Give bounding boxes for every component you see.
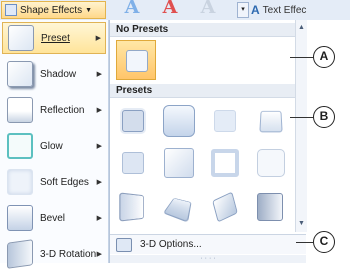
chevron-right-icon: ▶ — [96, 251, 102, 258]
callout-line — [290, 57, 313, 58]
wordart-style-thumb[interactable]: A — [194, 0, 222, 14]
dropdown-arrow-icon: ▼ — [85, 6, 93, 14]
glow-icon — [7, 133, 33, 159]
chevron-right-icon: ▶ — [96, 107, 102, 114]
chevron-right-icon: ▶ — [95, 35, 101, 42]
menu-item-label: Preset — [41, 33, 96, 44]
menu-item-label: Soft Edges — [40, 176, 89, 188]
section-header-no-presets: No Presets — [110, 23, 296, 37]
preset-thumb[interactable] — [114, 144, 152, 182]
shape-effects-button[interactable]: Shape Effects ▼ — [1, 1, 106, 19]
reflection-icon — [7, 97, 33, 123]
preset-thumb[interactable] — [114, 102, 152, 140]
menu-item-label: Shadow — [40, 68, 77, 80]
menu-item-3d-rotation[interactable]: 3-D Rotation ▶ — [2, 238, 106, 270]
3d-options-label: 3-D Options... — [140, 239, 202, 250]
menu-item-label: Reflection — [40, 104, 85, 116]
menu-item-bevel[interactable]: Bevel ▶ — [2, 202, 106, 234]
callout-c: C — [313, 231, 335, 253]
chevron-right-icon: ▶ — [96, 215, 102, 222]
effects-menu: Preset ▶ Shadow ▶ Reflection ▶ Glow ▶ So… — [0, 20, 109, 269]
menu-item-preset[interactable]: Preset ▶ — [2, 22, 106, 54]
preset-gallery: No Presets Presets ▲ ▼ 3-D Options... · … — [109, 20, 307, 263]
preset-swatch — [257, 193, 283, 221]
text-effects-button[interactable]: A Text Effec — [251, 2, 306, 18]
preset-swatch — [122, 152, 144, 174]
menu-item-label: Glow — [40, 140, 63, 152]
callout-a: A — [313, 46, 335, 68]
3d-options-icon — [116, 237, 132, 252]
preset-icon — [8, 25, 34, 51]
menu-item-label: 3-D Rotation — [40, 248, 97, 260]
shadow-icon — [7, 61, 33, 87]
preset-thumb[interactable] — [206, 144, 244, 182]
preset-thumb[interactable] — [252, 144, 290, 182]
menu-item-soft-edges[interactable]: Soft Edges ▶ — [2, 166, 106, 198]
preset-thumb[interactable] — [252, 102, 290, 140]
chevron-right-icon: ▶ — [96, 71, 102, 78]
preset-thumb[interactable] — [206, 188, 244, 226]
preset-none-swatch — [126, 50, 148, 72]
preset-swatch — [162, 197, 192, 223]
preset-thumb[interactable] — [206, 102, 244, 140]
preset-none-thumb[interactable] — [116, 40, 156, 80]
resize-grip[interactable]: · · · · — [110, 255, 306, 263]
menu-item-label-text: Preset — [41, 32, 70, 44]
bevel-icon — [7, 205, 33, 231]
preset-thumb[interactable] — [160, 188, 198, 226]
wordart-style-thumb[interactable]: A — [156, 0, 184, 14]
gallery-more-button[interactable]: ▾ — [237, 2, 249, 18]
menu-item-glow[interactable]: Glow ▶ — [2, 130, 106, 162]
preset-swatch — [212, 191, 238, 223]
menu-item-label: Bevel — [40, 212, 66, 224]
scroll-up-icon[interactable]: ▲ — [296, 22, 307, 34]
preset-swatch — [259, 110, 283, 133]
soft-edges-icon — [7, 169, 33, 195]
3d-options-menu-item[interactable]: 3-D Options... — [110, 234, 306, 254]
shape-effects-icon — [5, 4, 17, 16]
callout-b: B — [313, 106, 335, 128]
preset-swatch — [122, 110, 144, 132]
scroll-down-icon[interactable]: ▼ — [296, 218, 307, 230]
menu-item-shadow[interactable]: Shadow ▶ — [2, 58, 106, 90]
preset-swatch — [119, 192, 144, 222]
chevron-right-icon: ▶ — [96, 179, 102, 186]
gallery-scrollbar[interactable]: ▲ ▼ — [295, 20, 307, 232]
section-header-presets: Presets — [110, 84, 296, 98]
preset-swatch — [257, 149, 285, 177]
ribbon-strip: Shape Effects ▼ A A A ▾ A Text Effec — [0, 0, 350, 20]
shape-effects-label: Shape Effects — [20, 4, 83, 16]
preset-swatch — [164, 148, 194, 178]
preset-swatch — [163, 105, 195, 137]
callout-line — [296, 242, 313, 243]
preset-thumb[interactable] — [114, 188, 152, 226]
3d-rotation-icon — [7, 239, 33, 269]
preset-thumb[interactable] — [252, 188, 290, 226]
text-effects-label: Text Effec — [262, 4, 307, 16]
preset-swatch — [214, 110, 236, 132]
callout-line — [290, 117, 313, 118]
chevron-right-icon: ▶ — [96, 143, 102, 150]
preset-swatch — [211, 149, 239, 177]
wordart-style-thumb[interactable]: A — [118, 0, 146, 14]
preset-thumb[interactable] — [160, 144, 198, 182]
text-effects-icon: A — [251, 3, 260, 17]
preset-thumb[interactable] — [160, 102, 198, 140]
menu-item-reflection[interactable]: Reflection ▶ — [2, 94, 106, 126]
